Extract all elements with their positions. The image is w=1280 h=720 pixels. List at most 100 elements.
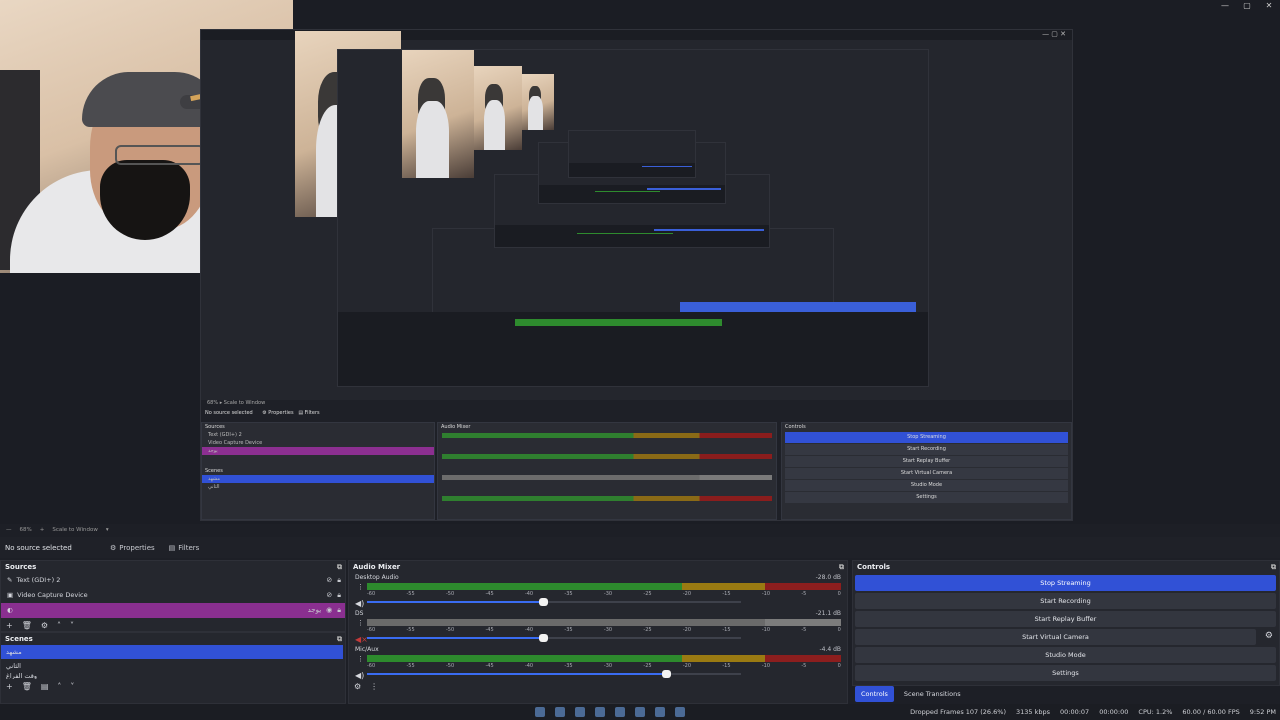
scenes-toolbar: + 🗑︎ ▤ ˄ ˅ (1, 679, 345, 693)
volume-knob[interactable] (538, 598, 548, 606)
tick-label: -25 (643, 591, 652, 597)
text-icon: ✎ (7, 576, 13, 584)
lock-icon[interactable]: 🔒︎ (337, 603, 341, 618)
trash-icon[interactable]: 🗑︎ (22, 682, 32, 691)
close-button[interactable]: ✕ (1258, 0, 1280, 12)
speaker-icon[interactable]: ◀) (355, 671, 364, 680)
scenes-title: Scenes (5, 635, 33, 643)
tab-controls[interactable]: Controls (855, 686, 894, 702)
status-bar: Dropped Frames 107 (26.6%) 3135 kbps 00:… (0, 704, 1280, 720)
app-icon[interactable] (635, 707, 645, 717)
tick-label: -15 (722, 663, 731, 669)
trash-icon[interactable]: 🗑︎ (22, 621, 32, 630)
tick-label: -55 (406, 591, 415, 597)
tick-label: -25 (643, 663, 652, 669)
maximize-button[interactable]: ▢ (1236, 0, 1258, 12)
tick-label: -30 (603, 663, 613, 669)
speaker-icon[interactable]: ◀) (355, 599, 364, 608)
tick-label: -10 (761, 663, 771, 669)
zoom-out-icon[interactable]: — (6, 527, 12, 533)
filters-button[interactable]: ▤ Filters (169, 544, 200, 552)
menu-dots-icon[interactable]: ⋮ (357, 619, 364, 627)
filter-icon[interactable]: ▤ (41, 682, 49, 691)
visibility-icon[interactable]: ⊘ (326, 588, 332, 603)
preview-canvas: — ▢ ✕ 68% ▸ Scale to Window No source se… (200, 29, 1073, 521)
properties-button[interactable]: ⚙ Properties (110, 544, 155, 552)
minimize-button[interactable]: — (1214, 0, 1236, 12)
scene-item[interactable]: مشهد (1, 645, 343, 659)
undock-icon[interactable]: ⧉ (839, 561, 844, 573)
tick-label: -55 (406, 663, 415, 669)
tick-label: -10 (761, 591, 771, 597)
scale-mode-select[interactable]: Scale to Window (52, 527, 98, 533)
tick-label: -20 (682, 663, 692, 669)
scene-item[interactable]: الثاني (1, 659, 345, 673)
app-icon[interactable] (575, 707, 585, 717)
controls-title: Controls (857, 563, 891, 571)
source-item-video[interactable]: ▣ Video Capture Device ⊘ 🔒︎ (1, 588, 345, 603)
chevron-up-icon[interactable]: ˄ (57, 621, 61, 630)
taskbar (535, 707, 685, 717)
start-recording-button[interactable]: Start Recording (855, 593, 1276, 609)
start-replay-buffer-button[interactable]: Start Replay Buffer (855, 611, 1276, 627)
tick-label: -50 (445, 591, 455, 597)
gear-icon[interactable]: ⚙ (41, 621, 48, 630)
app-icon[interactable] (595, 707, 605, 717)
volume-slider[interactable] (367, 634, 741, 642)
chevron-down-icon[interactable]: ▾ (106, 527, 109, 533)
tick-label: -20 (682, 627, 692, 633)
tick-label: -55 (406, 627, 415, 633)
visibility-icon[interactable]: ◉ (326, 603, 332, 618)
stop-streaming-button[interactable]: Stop Streaming (855, 575, 1276, 591)
audio-icon: ◐ (7, 606, 13, 614)
menu-dots-icon[interactable]: ⋮ (357, 655, 364, 663)
tab-scene-transitions[interactable]: Scene Transitions (898, 686, 967, 702)
gear-icon[interactable]: ⚙ (354, 682, 361, 691)
audio-mixer-dock: Audio Mixer ⧉ Desktop Audio -28.0 dB ⋮ -60 -5… (348, 560, 848, 704)
app-icon[interactable] (655, 707, 665, 717)
mixer-toolbar: ⚙ ⋮ (349, 679, 847, 693)
volume-meter (367, 655, 841, 662)
studio-mode-button[interactable]: Studio Mode (855, 647, 1276, 663)
visibility-icon[interactable]: ⊘ (326, 573, 332, 588)
tick-label: -30 (603, 591, 613, 597)
chevron-down-icon[interactable]: ˅ (70, 621, 74, 630)
chevron-up-icon[interactable]: ˄ (57, 682, 61, 691)
muted-speaker-icon[interactable]: ◀× (355, 635, 368, 644)
app-icon[interactable] (615, 707, 625, 717)
volume-meter (367, 583, 841, 590)
volume-knob[interactable] (662, 670, 672, 678)
zoom-in-icon[interactable]: + (40, 527, 45, 533)
undock-icon[interactable]: ⧉ (337, 633, 342, 645)
gear-icon[interactable]: ⚙ (1265, 631, 1273, 641)
source-item-text[interactable]: ✎ Text (GDI+) 2 ⊘ 🔒︎ (1, 573, 345, 588)
cpu-usage: CPU: 1.2% (1138, 708, 1173, 716)
volume-slider[interactable] (367, 670, 741, 678)
windows-icon[interactable] (535, 707, 545, 717)
lock-icon[interactable]: 🔒︎ (337, 588, 341, 603)
tick-label: -15 (722, 627, 731, 633)
volume-slider[interactable] (367, 598, 741, 606)
add-icon[interactable]: + (6, 682, 13, 691)
tick-label: -40 (524, 627, 534, 633)
menu-dots-icon[interactable]: ⋮ (357, 583, 364, 591)
undock-icon[interactable]: ⧉ (1271, 561, 1276, 573)
start-virtual-camera-button[interactable]: Start Virtual Camera (855, 629, 1256, 645)
menu-dots-icon[interactable]: ⋮ (370, 682, 378, 691)
tick-label: -10 (761, 627, 771, 633)
tick-label: -45 (485, 663, 494, 669)
camera-icon: ▣ (7, 591, 14, 599)
settings-button[interactable]: Settings (855, 665, 1276, 681)
lock-icon[interactable]: 🔒︎ (337, 573, 341, 588)
stream-time: 00:00:07 (1060, 708, 1090, 716)
add-icon[interactable]: + (6, 621, 13, 630)
preview-area[interactable]: — ▢ ✕ 68% ▸ Scale to Window No source se… (0, 0, 1280, 524)
meter-ticks: -60 -55 -50 -45 -40 -35 -30 -25 -20 -15 -10 -5 0 (367, 663, 841, 671)
source-item-audio[interactable]: ◐ يوجد ◉ 🔒︎ (1, 603, 345, 618)
chevron-down-icon[interactable]: ˅ (70, 682, 74, 691)
undock-icon[interactable]: ⧉ (337, 561, 342, 573)
volume-knob[interactable] (538, 634, 548, 642)
folder-icon[interactable] (555, 707, 565, 717)
app-icon[interactable] (675, 707, 685, 717)
dropped-frames: Dropped Frames 107 (26.6%) (910, 708, 1006, 716)
